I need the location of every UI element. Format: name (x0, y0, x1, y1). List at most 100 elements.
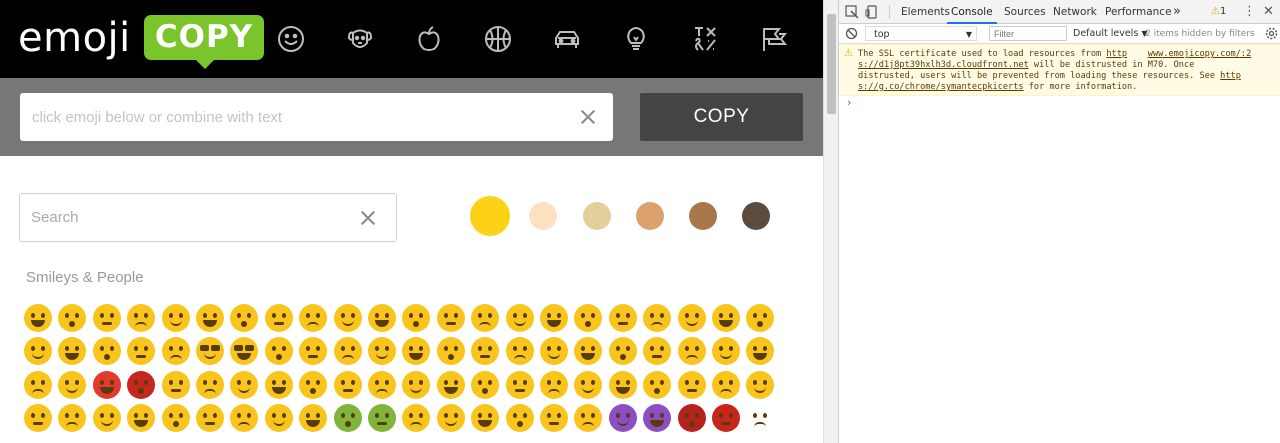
emoji-button[interactable] (368, 337, 396, 366)
device-toggle-icon[interactable] (865, 5, 879, 19)
emoji-button[interactable] (608, 370, 637, 399)
emoji-button[interactable] (161, 304, 190, 332)
emoji-button[interactable] (24, 403, 52, 432)
skin-tone-swatch[interactable] (742, 202, 770, 230)
emoji-button[interactable] (540, 370, 568, 399)
emoji-button[interactable] (643, 370, 672, 399)
emoji-button[interactable] (368, 370, 396, 399)
inspect-icon[interactable] (845, 5, 859, 19)
tab-network[interactable]: Network (1053, 0, 1097, 24)
skin-tone-swatch[interactable] (529, 202, 557, 230)
emoji-button[interactable] (230, 337, 259, 366)
tab-sources[interactable]: Sources (1004, 0, 1046, 24)
emoji-button[interactable] (299, 403, 328, 432)
emoji-button[interactable] (540, 403, 568, 432)
emoji-button[interactable] (712, 370, 740, 399)
more-tabs-icon[interactable]: » (1173, 0, 1181, 24)
emoji-button[interactable] (127, 370, 156, 399)
emoji-button[interactable] (24, 304, 52, 332)
emoji-button[interactable] (643, 337, 672, 366)
emoji-button[interactable] (92, 337, 121, 366)
emoji-button[interactable] (471, 370, 500, 399)
scrollbar-thumb[interactable] (827, 14, 836, 114)
emoji-button[interactable] (436, 304, 465, 332)
emoji-button[interactable] (712, 337, 740, 366)
smiley-icon[interactable] (270, 18, 312, 60)
emoji-button[interactable] (746, 370, 775, 399)
emoji-button[interactable] (574, 304, 603, 332)
clear-compose-icon[interactable] (578, 107, 598, 127)
emoji-button[interactable] (161, 337, 190, 366)
emoji-button[interactable] (299, 304, 328, 332)
emoji-button[interactable] (127, 403, 156, 432)
emoji-button[interactable] (230, 370, 259, 399)
skin-tone-swatch[interactable] (689, 202, 717, 230)
flags-icon[interactable] (753, 18, 795, 60)
emoji-button[interactable] (677, 370, 706, 399)
emoji-button[interactable] (540, 304, 568, 332)
skin-tone-swatch[interactable] (583, 202, 611, 230)
emoji-button[interactable] (333, 337, 362, 366)
skin-tone-swatch[interactable] (636, 202, 664, 230)
emoji-button[interactable] (368, 403, 396, 432)
emoji-button[interactable] (608, 337, 637, 366)
emoji-button[interactable] (58, 337, 87, 366)
emoji-button[interactable] (574, 403, 603, 432)
emoji-button[interactable] (333, 370, 362, 399)
emoji-button[interactable] (574, 370, 603, 399)
search-input[interactable] (31, 194, 351, 241)
compose-input[interactable] (32, 93, 572, 141)
logo-word[interactable]: emoji (18, 10, 131, 66)
emoji-button[interactable] (333, 304, 362, 332)
tab-console[interactable]: Console (947, 0, 997, 24)
emoji-button[interactable] (127, 304, 156, 332)
emoji-button[interactable] (712, 403, 740, 432)
console-settings-icon[interactable] (1265, 27, 1278, 40)
emoji-button[interactable] (712, 304, 740, 332)
emoji-button[interactable] (540, 337, 568, 366)
emoji-button[interactable] (58, 403, 87, 432)
emoji-button[interactable] (746, 337, 775, 366)
emoji-button[interactable] (402, 370, 431, 399)
emoji-button[interactable] (471, 304, 500, 332)
emoji-button[interactable] (402, 337, 431, 366)
context-selector[interactable]: top ▼ (865, 26, 977, 41)
emoji-button[interactable] (196, 304, 224, 332)
emoji-button[interactable] (196, 403, 224, 432)
emoji-button[interactable] (402, 304, 431, 332)
clear-search-icon[interactable] (358, 208, 378, 228)
emoji-button[interactable] (299, 337, 328, 366)
basketball-icon[interactable] (477, 18, 519, 60)
emoji-button[interactable] (677, 304, 706, 332)
emoji-button[interactable] (471, 337, 500, 366)
emoji-button[interactable] (230, 403, 259, 432)
emoji-button[interactable] (196, 337, 224, 366)
emoji-button[interactable] (505, 304, 534, 332)
warning-link-2b[interactable]: s://g.co/chrome/symantecpkicerts (858, 82, 1024, 92)
emoji-button[interactable] (608, 304, 637, 332)
console-prompt[interactable]: › (847, 96, 851, 109)
car-icon[interactable] (546, 18, 588, 60)
emoji-button[interactable] (677, 403, 706, 432)
emoji-button[interactable] (92, 403, 121, 432)
symbols-icon[interactable] (684, 18, 726, 60)
emoji-button[interactable] (402, 403, 431, 432)
emoji-button[interactable] (471, 403, 500, 432)
emoji-button[interactable] (161, 370, 190, 399)
emoji-button[interactable] (746, 403, 775, 432)
emoji-button[interactable] (505, 403, 534, 432)
log-levels-dropdown[interactable]: Default levels ▼ (1073, 24, 1147, 44)
warning-counter[interactable]: ⚠1 (1211, 0, 1226, 24)
emoji-button[interactable] (505, 337, 534, 366)
emoji-button[interactable] (368, 304, 396, 332)
emoji-button[interactable] (127, 337, 156, 366)
emoji-button[interactable] (92, 370, 121, 399)
emoji-button[interactable] (299, 370, 328, 399)
emoji-button[interactable] (608, 403, 637, 432)
tab-performance[interactable]: Performance (1105, 0, 1172, 24)
emoji-button[interactable] (58, 304, 87, 332)
emoji-button[interactable] (643, 403, 672, 432)
warning-source-link[interactable]: www.emojicopy.com/:2 (1148, 49, 1251, 59)
emoji-button[interactable] (677, 337, 706, 366)
page-scrollbar[interactable] (823, 0, 838, 443)
